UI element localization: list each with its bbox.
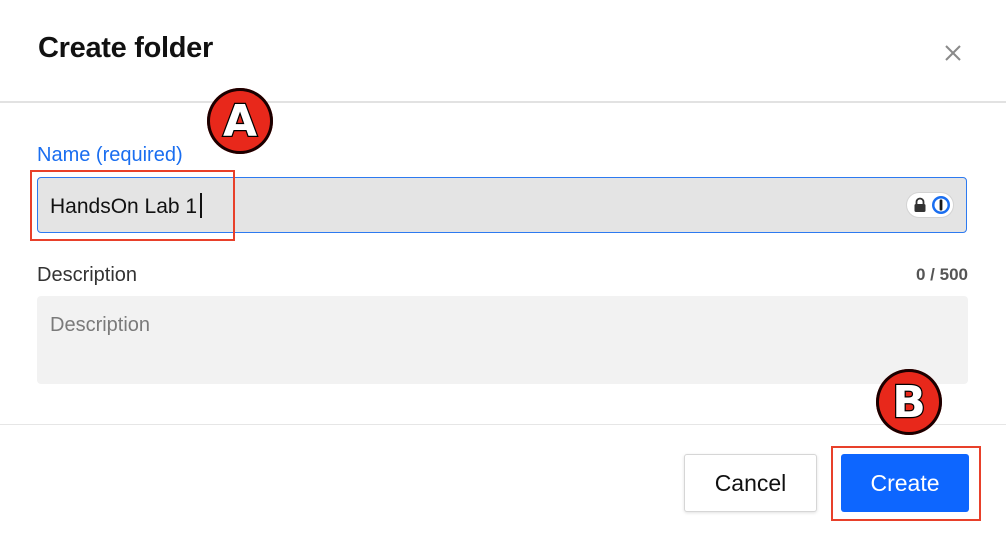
cancel-button[interactable]: Cancel <box>684 454 817 512</box>
password-manager-button[interactable] <box>907 193 953 217</box>
description-placeholder: Description <box>50 314 151 336</box>
dialog-title: Create folder <box>38 32 213 64</box>
annotation-callout-a: A <box>207 88 273 154</box>
header-divider <box>0 101 1006 103</box>
close-icon <box>945 45 961 61</box>
name-field-label: Name (required) <box>37 144 183 166</box>
name-input[interactable]: HandsOn Lab 1 <box>37 177 967 233</box>
create-folder-dialog: Create folder Name (required) HandsOn La… <box>0 0 1006 538</box>
password-manager-key-icon <box>932 196 950 214</box>
footer-divider <box>0 424 1006 425</box>
close-button[interactable] <box>938 38 968 68</box>
name-input-value[interactable]: HandsOn Lab 1 <box>50 193 202 219</box>
lock-icon <box>914 197 926 212</box>
description-input[interactable]: Description <box>37 296 968 384</box>
annotation-callout-b: B <box>876 369 942 435</box>
create-button[interactable]: Create <box>841 454 969 512</box>
description-field-label: Description <box>37 264 138 286</box>
text-caret <box>200 193 202 218</box>
description-char-counter: 0 / 500 <box>916 265 968 284</box>
